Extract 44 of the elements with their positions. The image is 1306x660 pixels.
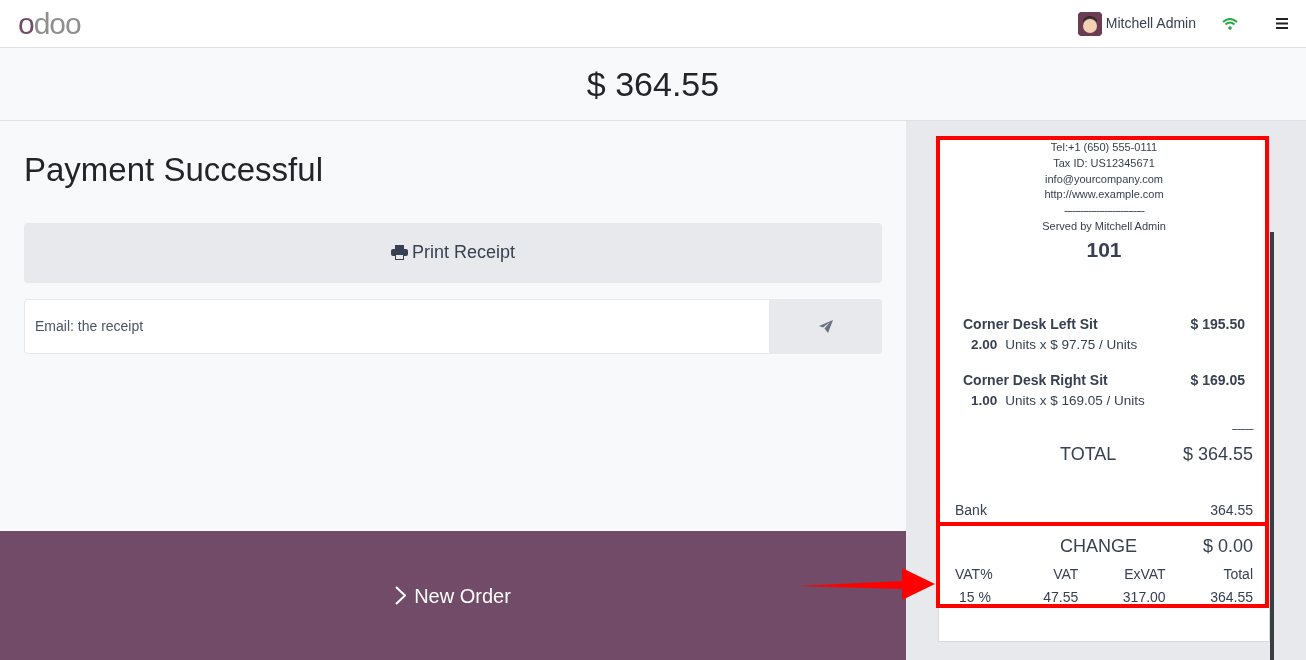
line-price: $ 169.05 <box>1190 371 1245 391</box>
receipt-header-line: http://www.example.com <box>1043 187 1165 203</box>
table-cell-text: 317.00 <box>1121 588 1166 608</box>
table-cell-text: 15 % <box>958 588 991 608</box>
total-value: $ 364.55 <box>1182 443 1253 467</box>
column-header: ExVAT <box>1123 565 1166 585</box>
email-field[interactable]: Email: the receipt <box>24 298 770 354</box>
table-cell-text: 47.55 <box>1042 588 1079 608</box>
product-name: Corner Desk Left Sit <box>963 314 1098 334</box>
line-price: $ 195.50 <box>1190 314 1245 334</box>
printer-icon <box>390 245 408 260</box>
product-name: Corner Desk Right Sit <box>963 371 1108 391</box>
user-name[interactable]: Mitchell Admin <box>1105 13 1196 34</box>
separator-line: -------- <box>1231 422 1253 435</box>
line-quantity: 2.00 <box>971 335 998 354</box>
print-receipt-button[interactable]: Print Receipt <box>24 222 882 283</box>
column-header: VAT <box>1052 565 1079 585</box>
column-header: Total <box>1222 565 1253 585</box>
unit-detail: Units x $ 97.75 / Units <box>1005 335 1138 354</box>
order-number: 101 <box>1085 236 1123 262</box>
receipt-header-line: Tax ID: US12345671 <box>1052 155 1156 171</box>
logo: odoo <box>18 8 81 39</box>
send-icon <box>819 319 833 333</box>
chevron-icon <box>395 586 407 605</box>
wifi-icon <box>1222 17 1238 30</box>
avatar[interactable] <box>1077 11 1102 36</box>
change-value: $ 0.00 <box>1202 535 1253 559</box>
unit-detail: Units x $ 169.05 / Units <box>1005 392 1145 411</box>
payment-amount: 364.55 <box>1210 501 1253 521</box>
column-header: VAT% <box>955 565 991 585</box>
line-quantity: 1.00 <box>971 392 998 411</box>
total-label: TOTAL <box>1060 443 1117 467</box>
payment-title: Payment Successful <box>24 150 324 190</box>
receipt-header-line: info@yourcompany.com <box>1044 171 1164 187</box>
order-amount: $ 364.55 <box>586 63 720 105</box>
receipt-header-line: Tel:+1 (650) 555-0111 <box>1049 140 1159 155</box>
separator-line: ------------------------------ <box>1063 203 1146 219</box>
payment-method: Bank <box>955 501 987 521</box>
scrollbar[interactable] <box>1270 232 1274 660</box>
new-order-button[interactable]: New Order <box>0 531 906 660</box>
menu-icon[interactable] <box>1276 18 1288 29</box>
table-cell-text: 364.55 <box>1209 588 1253 608</box>
change-label: CHANGE <box>1060 535 1137 559</box>
receipt-header-line: Served by Mitchell Admin <box>1041 219 1167 234</box>
